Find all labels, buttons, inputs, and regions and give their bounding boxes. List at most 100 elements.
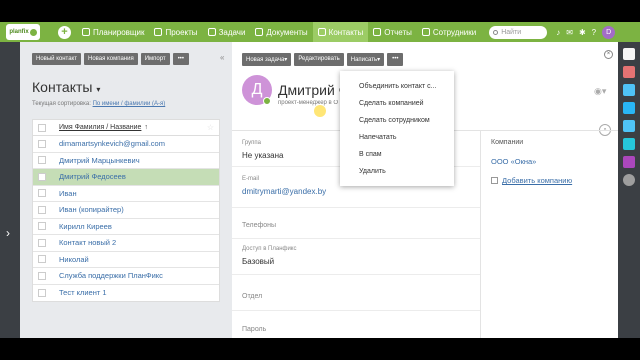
expand-arrow-icon[interactable]: ›: [6, 226, 10, 240]
chart-icon[interactable]: [623, 156, 635, 168]
new-company-button[interactable]: Новая компания: [84, 53, 138, 65]
eye-icon[interactable]: ◉▾: [594, 86, 606, 97]
table-row[interactable]: Кирилл Киреев: [33, 219, 219, 235]
contacts-table: Имя Фамилия / Название ↑ ☆ dimamartsynke…: [32, 119, 220, 302]
divider: [480, 130, 481, 338]
divider: [232, 274, 480, 275]
settings-icon[interactable]: ✱: [579, 28, 586, 37]
column-header-name[interactable]: Имя Фамилия / Название: [59, 124, 141, 131]
new-task-button[interactable]: Новая задача▾: [242, 53, 292, 66]
row-checkbox[interactable]: [38, 222, 46, 231]
nav-reports[interactable]: Отчеты: [368, 22, 417, 42]
companies-title: Компании: [491, 139, 524, 146]
add-company-icon: [491, 177, 498, 184]
star-icon[interactable]: ☆: [207, 123, 214, 132]
nav-projects[interactable]: Проекты: [149, 22, 202, 42]
nav-tasks[interactable]: Задачи: [203, 22, 251, 42]
edit-button[interactable]: Редактировать: [294, 53, 344, 66]
row-checkbox[interactable]: [38, 271, 46, 280]
email-value[interactable]: dmitrymarti@yandex.by: [242, 187, 326, 196]
key-icon[interactable]: [623, 138, 635, 150]
select-all-checkbox[interactable]: [38, 123, 46, 132]
document-icon[interactable]: [623, 102, 635, 114]
table-row[interactable]: Тест клиент 1: [33, 285, 219, 302]
phones-label: Телефоны: [242, 222, 277, 229]
help-icon[interactable]: ?: [592, 28, 596, 37]
row-checkbox[interactable]: [38, 189, 46, 198]
menu-item-make-employee[interactable]: Сделать сотрудником: [340, 112, 454, 129]
cursor-highlight: [314, 105, 326, 117]
minus-icon[interactable]: [623, 174, 635, 186]
tasks-icon: [207, 28, 216, 36]
contact-name: Дмитрий Ф: [278, 82, 340, 98]
top-nav-bar: planfix + Планировщик Проекты Задачи Док…: [0, 22, 640, 42]
row-checkbox[interactable]: [38, 205, 46, 214]
contacts-list-panel: Новый контакт Новая компания Импорт ••• …: [20, 42, 232, 338]
app-window: planfix + Планировщик Проекты Задачи Док…: [0, 0, 640, 360]
list-icon[interactable]: [623, 66, 635, 78]
menu-item-delete[interactable]: Удалить: [340, 163, 454, 180]
reports-icon: [373, 28, 382, 36]
projects-icon: [154, 28, 163, 36]
divider: [232, 207, 480, 208]
contact-subtitle: проект-менеджер в О: [278, 100, 339, 106]
row-checkbox[interactable]: [38, 139, 46, 148]
online-status-icon: [263, 97, 271, 105]
sort-line: Текущая сортировка: По имени / фамилии (…: [32, 101, 166, 107]
user-avatar[interactable]: D: [602, 25, 616, 39]
divider: [232, 310, 480, 311]
page-title[interactable]: Контакты ▾: [32, 79, 100, 95]
email-label: E-mail: [242, 176, 260, 182]
edit-icon[interactable]: [623, 48, 635, 60]
sort-link[interactable]: По имени / фамилии (А-я): [93, 101, 166, 107]
collapse-panel-icon[interactable]: «: [220, 53, 224, 62]
add-plus-button[interactable]: +: [58, 25, 71, 39]
row-checkbox[interactable]: [38, 238, 46, 247]
bell-icon[interactable]: ♪: [556, 28, 560, 37]
nav-planner[interactable]: Планировщик: [77, 22, 149, 42]
access-value[interactable]: Базовый: [242, 257, 274, 266]
table-row[interactable]: Служба поддержки ПланФикс: [33, 268, 219, 285]
close-icon[interactable]: ×: [604, 50, 613, 59]
table-row[interactable]: Иван (копирайтер): [33, 202, 219, 219]
table-row[interactable]: Контакт новый 2: [33, 235, 219, 252]
table-row[interactable]: dimamartsynkevich@gmail.com: [33, 136, 219, 153]
right-icon-strip: [618, 42, 640, 338]
write-button[interactable]: Написать▾: [346, 53, 385, 66]
folder-icon[interactable]: [623, 84, 635, 96]
table-row[interactable]: Дмитрий Марцынкевич: [33, 153, 219, 169]
menu-item-merge[interactable]: Объединить контакт с...: [340, 78, 454, 95]
clipboard-icon[interactable]: [623, 120, 635, 132]
department-label: Отдел: [242, 293, 263, 300]
contacts-icon: [317, 28, 326, 36]
nav-contacts[interactable]: Контакты: [312, 22, 369, 42]
row-checkbox[interactable]: [38, 255, 46, 264]
planfix-logo[interactable]: planfix: [6, 24, 40, 40]
table-row-selected[interactable]: Дмитрий Федосеев: [33, 169, 219, 186]
sort-arrow-icon: ↑: [144, 124, 148, 131]
list-more-button[interactable]: •••: [172, 53, 189, 65]
table-header: Имя Фамилия / Название ↑ ☆: [33, 120, 219, 136]
menu-item-print[interactable]: Напечатать: [340, 129, 454, 146]
top-icons: ♪ ✉ ✱ ? D: [553, 25, 616, 39]
nav-documents[interactable]: Документы: [250, 22, 312, 42]
add-company-link[interactable]: Добавить компанию: [491, 176, 572, 185]
nav-employees[interactable]: Сотрудники: [417, 22, 481, 42]
group-value[interactable]: Не указана: [242, 151, 283, 160]
detail-more-button[interactable]: •••: [387, 53, 404, 66]
mail-icon[interactable]: ✉: [566, 28, 573, 37]
search-input[interactable]: Найти: [489, 25, 548, 39]
company-link[interactable]: ООО «Окна»: [491, 157, 536, 166]
row-checkbox[interactable]: [38, 172, 46, 181]
table-row[interactable]: Николай: [33, 252, 219, 268]
more-actions-menu: Объединить контакт с... Сделать компание…: [340, 71, 454, 186]
import-button[interactable]: Импорт: [140, 53, 170, 65]
row-checkbox[interactable]: [38, 156, 46, 165]
row-checkbox[interactable]: [38, 288, 46, 297]
employees-icon: [421, 28, 430, 36]
new-contact-button[interactable]: Новый контакт: [32, 53, 81, 65]
menu-item-make-company[interactable]: Сделать компанией: [340, 95, 454, 112]
planner-icon: [82, 28, 90, 36]
menu-item-spam[interactable]: В спам: [340, 146, 454, 163]
table-row[interactable]: Иван: [33, 186, 219, 202]
